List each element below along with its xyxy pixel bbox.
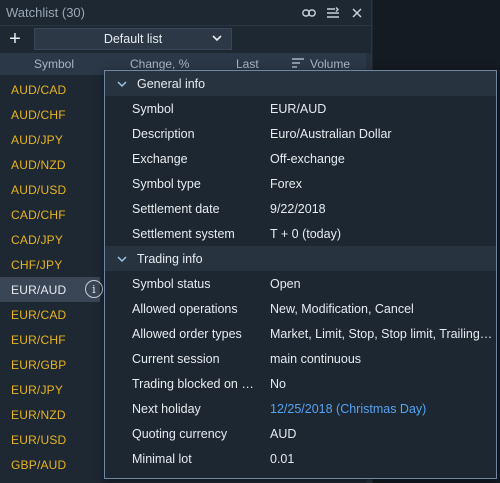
symbol-label: GBP/AUD (11, 457, 67, 472)
symbol-label: CAD/CHF (11, 207, 66, 222)
info-key: Current session (132, 351, 220, 366)
col-header-change[interactable]: Change, % (130, 57, 189, 71)
list-select-value: Default list (103, 32, 163, 46)
info-key: Settlement system (132, 226, 235, 241)
info-key: Exchange (132, 151, 188, 166)
settings-menu-icon[interactable] (325, 5, 341, 21)
info-value: Market, Limit, Stop, Stop limit, Trailin… (270, 326, 494, 341)
list-item[interactable]: GBP/AUD (0, 452, 100, 477)
info-value: No (270, 376, 286, 391)
chevron-down-icon (117, 80, 127, 88)
info-key: Settlement date (132, 201, 220, 216)
info-key: Allowed order types (132, 326, 242, 341)
info-row: Settlement system T + 0 (today) (105, 221, 496, 246)
list-item[interactable]: AUD/CAD (0, 77, 100, 102)
info-row: Current session main continuous (105, 346, 496, 371)
list-item[interactable]: CAD/JPY (0, 227, 100, 252)
symbol-label: EUR/GBP (11, 357, 67, 372)
col-header-symbol[interactable]: Symbol (34, 57, 74, 71)
list-item[interactable]: EUR/CAD (0, 302, 100, 327)
list-item[interactable]: CHF/JPY (0, 252, 100, 277)
info-value: T + 0 (today) (270, 226, 341, 241)
symbol-label: EUR/NZD (11, 407, 66, 422)
symbol-label: AUD/JPY (11, 132, 64, 147)
symbol-label: CAD/JPY (11, 232, 64, 247)
list-item[interactable]: EUR/JPY (0, 377, 100, 402)
chevron-down-icon (211, 32, 223, 47)
chevron-down-icon (117, 255, 127, 263)
symbol-label: EUR/USD (11, 432, 67, 447)
info-key: Quoting currency (132, 426, 228, 441)
info-row: Allowed operations New, Modification, Can… (105, 296, 496, 321)
info-value: 9/22/2018 (270, 201, 326, 216)
list-item[interactable]: AUD/CHF (0, 102, 100, 127)
info-row: Description Euro/Australian Dollar (105, 121, 496, 146)
symbol-info-popup: General info Symbol EUR/AUD Description Eur… (104, 70, 497, 479)
symbol-label: AUD/USD (11, 182, 67, 197)
section-trading-info[interactable]: Trading info (105, 246, 496, 271)
info-row: Symbol status Open (105, 271, 496, 296)
symbol-label: EUR/CAD (11, 307, 67, 322)
info-key: Symbol status (132, 276, 211, 291)
list-item[interactable]: EUR/AUD i (0, 277, 103, 302)
symbol-label: EUR/JPY (11, 382, 64, 397)
list-item[interactable]: CAD/CHF (0, 202, 100, 227)
list-item[interactable]: AUD/JPY (0, 127, 100, 152)
list-item[interactable]: EUR/USD (0, 427, 100, 452)
symbol-label: AUD/CHF (11, 107, 66, 122)
watchlist-header: Watchlist (30) (0, 0, 371, 26)
close-icon[interactable] (349, 5, 365, 21)
info-key: Allowed operations (132, 301, 238, 316)
info-value: Open (270, 276, 301, 291)
symbol-label: EUR/AUD (11, 282, 67, 297)
info-value: Forex (270, 176, 302, 191)
watchlist-rows: AUD/CAD AUD/CHF AUD/JPY AUD/NZD AUD/USD CAD/C… (0, 77, 103, 477)
info-key: Minimal lot (132, 451, 192, 466)
info-row: Symbol type Forex (105, 171, 496, 196)
info-key: Next holiday (132, 401, 201, 416)
info-value[interactable]: 12/25/2018 (Christmas Day) (270, 402, 494, 416)
info-row: Exchange Off-exchange (105, 146, 496, 171)
info-value: EUR/AUD (270, 101, 327, 116)
info-key: Symbol type (132, 176, 201, 191)
info-key: Symbol (132, 101, 174, 116)
symbol-label: AUD/NZD (11, 157, 66, 172)
info-row: Symbol EUR/AUD (105, 96, 496, 121)
watchlist-title: Watchlist (30) (6, 5, 85, 20)
info-row: Trading blocked on close No (105, 371, 496, 396)
list-item[interactable]: AUD/USD (0, 177, 100, 202)
info-key: Description (132, 126, 195, 141)
info-row: Quoting currency AUD (105, 421, 496, 446)
watchlist-toolbar: + Default list (0, 27, 371, 51)
sort-icon[interactable] (292, 57, 304, 71)
symbol-label: CHF/JPY (11, 257, 63, 272)
list-select-dropdown[interactable]: Default list (34, 28, 232, 50)
info-value: 0.01 (270, 451, 295, 466)
info-value: AUD (270, 426, 297, 441)
info-value: main continuous (270, 351, 362, 366)
symbol-label: AUD/CAD (11, 82, 67, 97)
info-row: Allowed order types Market, Limit, Stop, … (105, 321, 496, 346)
info-row: Minimal lot 0.01 (105, 446, 496, 471)
list-item[interactable]: AUD/NZD (0, 152, 100, 177)
section-title: Trading info (137, 251, 203, 266)
info-value: Euro/Australian Dollar (270, 126, 392, 141)
list-item[interactable]: EUR/GBP (0, 352, 100, 377)
list-item[interactable]: EUR/NZD (0, 402, 100, 427)
col-header-last[interactable]: Last (236, 57, 259, 71)
info-row: Settlement date 9/22/2018 (105, 196, 496, 221)
col-header-volume[interactable]: Volume (310, 57, 350, 71)
info-icon[interactable]: i (85, 280, 103, 298)
symbol-label: EUR/CHF (11, 332, 66, 347)
section-general-info[interactable]: General info (105, 71, 496, 96)
section-title: General info (137, 76, 206, 91)
link-icon[interactable] (301, 5, 317, 21)
add-symbol-button[interactable]: + (4, 28, 26, 50)
info-row: Next holiday 12/25/2018 (Christmas Day) (105, 396, 496, 421)
info-value: Off-exchange (270, 151, 345, 166)
list-item[interactable]: EUR/CHF (0, 327, 100, 352)
info-key: Trading blocked on close (132, 376, 254, 391)
info-value: New, Modification, Cancel (270, 301, 414, 316)
